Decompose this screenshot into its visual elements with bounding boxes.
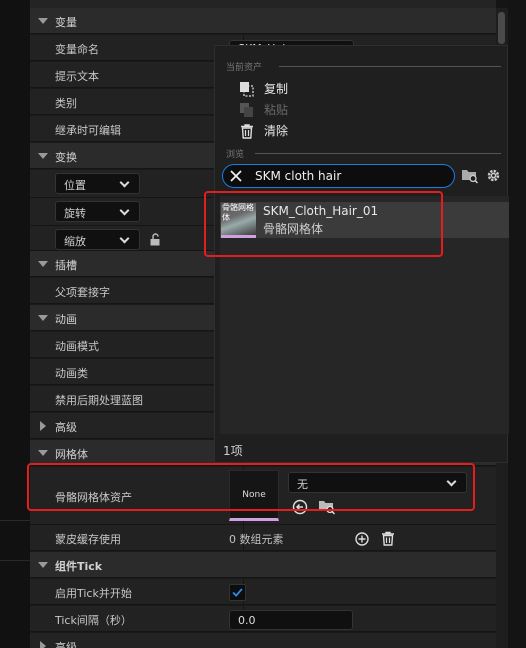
category-label: 动画	[55, 313, 77, 326]
collapse-arrow-icon[interactable]	[38, 18, 48, 24]
property-label: 动画类	[55, 367, 88, 380]
category-label: 变换	[55, 151, 77, 164]
combo-value: 缩放	[64, 235, 86, 248]
panel-top-strip	[30, 0, 496, 8]
category-label: 高级	[55, 641, 77, 648]
collapse-arrow-icon[interactable]	[38, 261, 48, 267]
search-input[interactable]	[255, 168, 445, 184]
combo-value: 旋转	[64, 207, 86, 220]
copy-icon	[240, 82, 254, 97]
viewport-grid-line	[0, 520, 30, 521]
menu-item-label: 粘贴	[264, 103, 289, 117]
chevron-down-icon	[119, 233, 130, 244]
right-edge	[508, 0, 526, 648]
viewport-edge	[0, 0, 30, 648]
copy-menu-item[interactable]: 复制	[239, 79, 439, 99]
folder-search-icon[interactable]	[461, 167, 479, 184]
current-asset-header: 当前资产	[226, 63, 263, 73]
location-combo[interactable]: 位置	[55, 173, 140, 194]
add-element-icon[interactable]	[355, 532, 369, 546]
property-label: Tick间隔（秒）	[55, 614, 132, 627]
item-count: 1项	[223, 444, 243, 458]
property-label: 继承时可编辑	[55, 124, 121, 137]
highlight-box-mesh-asset	[27, 463, 475, 511]
asset-search-box[interactable]	[222, 164, 455, 188]
collapse-arrow-icon[interactable]	[38, 450, 48, 456]
trash-icon	[241, 124, 253, 139]
start-with-tick-checkbox[interactable]	[229, 584, 246, 601]
clear-menu-item[interactable]: 清除	[239, 121, 439, 141]
menu-item-label: 清除	[264, 124, 289, 138]
clear-search-icon[interactable]	[228, 168, 244, 184]
category-label: 网格体	[55, 448, 88, 461]
property-label: 提示文本	[55, 70, 99, 83]
collapse-arrow-icon[interactable]	[38, 315, 48, 321]
menu-item-label: 复制	[264, 82, 289, 96]
category-label: 组件Tick	[55, 560, 103, 573]
category-variables[interactable]: 变量	[30, 8, 496, 34]
collapse-arrow-icon[interactable]	[38, 153, 48, 159]
scale-combo[interactable]: 缩放	[55, 229, 140, 250]
checkmark-icon	[232, 588, 243, 597]
property-label: 变量命名	[55, 43, 99, 56]
tick-interval-input[interactable]: 0.0	[229, 610, 353, 630]
category-component-tick[interactable]: 组件Tick	[30, 552, 496, 578]
property-label: 父项套接字	[55, 286, 110, 299]
unlock-icon[interactable]	[150, 233, 160, 246]
trash-icon[interactable]	[381, 531, 395, 546]
viewport-grid-line	[0, 560, 30, 561]
browse-header: 浏览	[226, 150, 245, 160]
property-label: 类别	[55, 97, 77, 110]
section-divider	[255, 153, 501, 154]
paste-icon	[240, 103, 253, 117]
gear-icon[interactable]	[485, 167, 502, 184]
category-label: 插槽	[55, 259, 77, 272]
property-label: 禁用后期处理蓝图	[55, 394, 143, 407]
scrollbar-thumb[interactable]	[498, 12, 505, 44]
property-label: 蒙皮缓存使用	[55, 533, 121, 546]
skin-cache-value: 0 数组元素	[229, 533, 284, 546]
property-start-with-tick: 启用Tick并开始	[30, 579, 496, 605]
expand-arrow-icon[interactable]	[40, 421, 46, 431]
highlight-box-result	[204, 191, 443, 257]
paste-menu-item[interactable]: 粘贴	[239, 100, 439, 120]
property-label: 启用Tick并开始	[55, 587, 132, 600]
input-value: 0.0	[238, 614, 256, 627]
expand-arrow-icon[interactable]	[40, 641, 46, 648]
chevron-down-icon	[119, 177, 130, 188]
category-advanced-2[interactable]: 高级	[30, 633, 496, 648]
chevron-down-icon	[119, 205, 130, 216]
category-label: 变量	[55, 16, 77, 29]
section-divider	[279, 66, 501, 67]
category-label: 高级	[55, 421, 77, 434]
property-label: 动画模式	[55, 340, 99, 353]
collapse-arrow-icon[interactable]	[38, 562, 48, 568]
combo-value: 位置	[64, 179, 86, 192]
rotation-combo[interactable]: 旋转	[55, 201, 140, 222]
